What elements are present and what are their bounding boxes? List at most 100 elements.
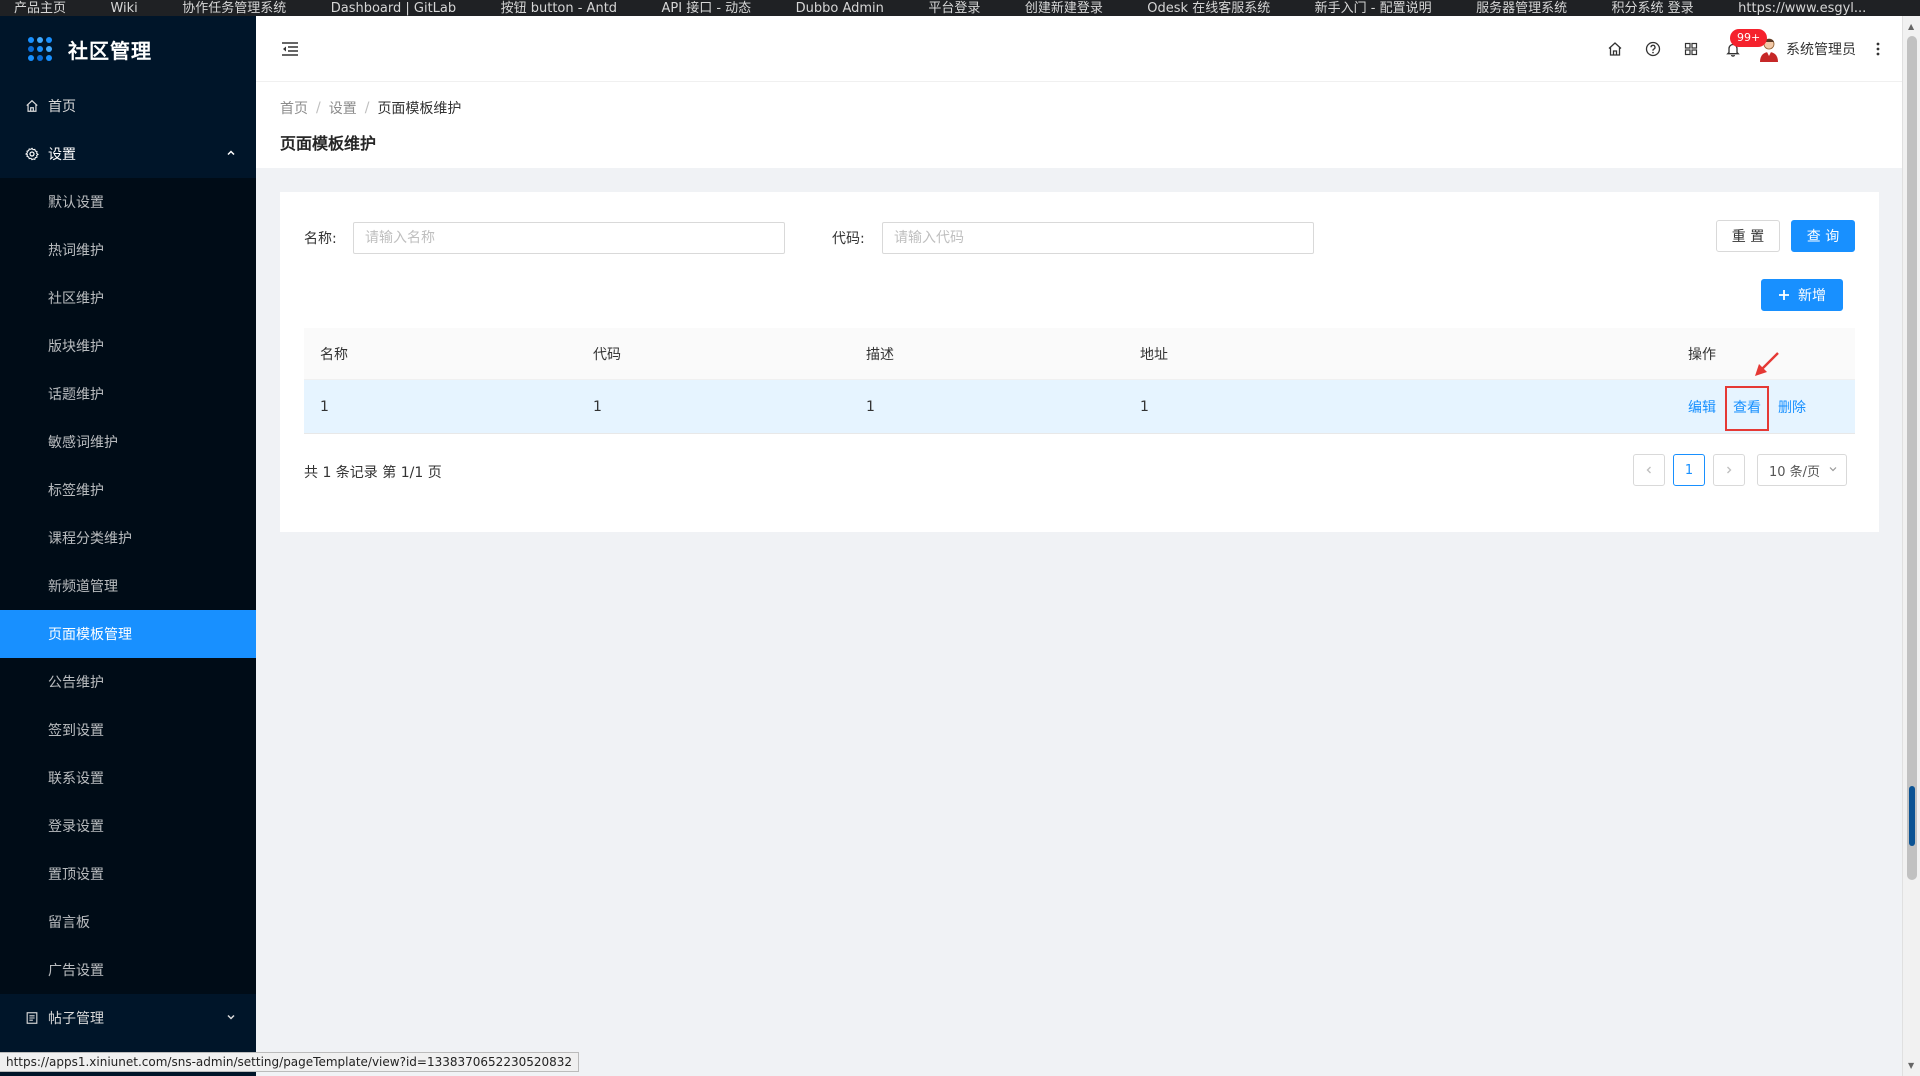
sidebar-subitem-active[interactable]: 页面模板管理 xyxy=(0,610,256,658)
app-logo[interactable]: 社区管理 xyxy=(0,16,256,82)
chevron-down-icon xyxy=(226,1011,236,1025)
next-page-button[interactable] xyxy=(1713,454,1745,486)
sidebar-item-settings[interactable]: 设置 xyxy=(0,130,256,178)
bookmark[interactable]: 按钮 button - Antd xyxy=(501,2,617,16)
app-title: 社区管理 xyxy=(68,38,152,63)
breadcrumb-separator: / xyxy=(316,100,321,116)
annotation-arrow-icon xyxy=(1755,352,1779,376)
sidebar-subitem[interactable]: 话题维护 xyxy=(0,370,256,418)
content-card: 名称: 代码: 重 置 查 询 新增 名称 代码 描述 地址 操作 1 1 1 … xyxy=(280,192,1879,532)
pagination-summary: 共 1 条记录 第 1/1 页 xyxy=(304,465,442,481)
cell-name: 1 xyxy=(320,398,329,415)
scrollbar-thumb[interactable] xyxy=(1907,36,1917,880)
bell-icon[interactable]: 99+ xyxy=(1714,16,1768,82)
sidebar-subitem[interactable]: 标签维护 xyxy=(0,466,256,514)
cell-description: 1 xyxy=(866,398,875,415)
sidebar-item-label: 首页 xyxy=(48,99,76,115)
user-menu[interactable]: 系统管理员 xyxy=(1758,36,1856,62)
chevron-right-icon xyxy=(1727,466,1732,474)
bookmark[interactable]: Dubbo Admin xyxy=(796,2,884,16)
sidebar-subitem[interactable]: 登录设置 xyxy=(0,802,256,850)
page-header: 首页 / 设置 / 页面模板维护 页面模板维护 xyxy=(256,82,1902,168)
sidebar-item-home[interactable]: 首页 xyxy=(0,82,256,130)
breadcrumb-item-current: 页面模板维护 xyxy=(377,101,462,117)
breadcrumb-separator: / xyxy=(364,100,370,116)
name-input[interactable] xyxy=(353,222,785,254)
breadcrumb-item-home[interactable]: 首页 xyxy=(280,98,308,118)
sidebar-subitem[interactable]: 敏感词维护 xyxy=(0,418,256,466)
template-table: 名称 代码 描述 地址 操作 1 1 1 1 编辑 查看 删除 xyxy=(304,328,1855,434)
bookmark[interactable]: 新手入门 - 配置说明 xyxy=(1315,2,1432,16)
code-label: 代码: xyxy=(832,231,865,247)
help-icon[interactable] xyxy=(1634,16,1672,82)
scroll-up-arrow-icon[interactable]: ▲ xyxy=(1908,22,1914,31)
gear-icon xyxy=(24,146,40,162)
view-link-highlight xyxy=(1725,386,1769,431)
column-header-address: 地址 xyxy=(1140,346,1168,363)
name-label: 名称: xyxy=(304,231,337,247)
query-button[interactable]: 查 询 xyxy=(1791,220,1855,252)
status-url-tooltip: https://apps1.xiniunet.com/sns-admin/set… xyxy=(0,1052,580,1072)
cell-address: 1 xyxy=(1140,398,1149,415)
sidebar-item-label: 设置 xyxy=(48,147,76,163)
sidebar-subitem[interactable]: 广告设置 xyxy=(0,946,256,994)
page-number-button[interactable]: 1 xyxy=(1673,454,1705,486)
sidebar-subitem[interactable]: 签到设置 xyxy=(0,706,256,754)
code-input[interactable] xyxy=(882,222,1314,254)
bookmark[interactable]: 协作任务管理系统 xyxy=(182,2,286,16)
add-button[interactable]: 新增 xyxy=(1761,279,1843,311)
delete-link[interactable]: 删除 xyxy=(1778,380,1806,433)
home-icon xyxy=(24,98,40,114)
menu-fold-icon[interactable] xyxy=(280,39,300,59)
app-grid-icon xyxy=(28,37,52,61)
sidebar-subitem[interactable]: 版块维护 xyxy=(0,322,256,370)
delete-link-label[interactable]: 删除 xyxy=(1778,397,1806,417)
sidebar-subitem[interactable]: 新频道管理 xyxy=(0,562,256,610)
breadcrumb: 首页 / 设置 / 页面模板维护 xyxy=(280,98,1878,118)
header-actions: 99+ 系统管理员 xyxy=(1596,16,1888,82)
sidebar-item-posts[interactable]: 帖子管理 xyxy=(0,994,256,1042)
edit-link-label[interactable]: 编辑 xyxy=(1688,397,1716,417)
search-form: 名称: 代码: 重 置 查 询 xyxy=(304,220,1855,256)
sidebar-subitem[interactable]: 公告维护 xyxy=(0,658,256,706)
sidebar-item-label: 帖子管理 xyxy=(48,1011,104,1027)
sidebar-subitem[interactable]: 默认设置 xyxy=(0,178,256,226)
pagination: 1 10 条/页 xyxy=(1633,454,1847,486)
home-icon[interactable] xyxy=(1596,16,1634,82)
sidebar-subitem[interactable]: 留言板 xyxy=(0,898,256,946)
bookmark[interactable]: Dashboard | GitLab xyxy=(331,2,456,16)
scroll-down-arrow-icon[interactable]: ▼ xyxy=(1908,1061,1914,1070)
bookmark[interactable]: 创建新建登录 xyxy=(1025,2,1103,16)
edit-link[interactable]: 编辑 xyxy=(1688,380,1716,433)
browser-bookmarks-bar: 产品主页 Wiki 协作任务管理系统 Dashboard | GitLab 按钮… xyxy=(0,0,1920,16)
sidebar-subitem[interactable]: 课程分类维护 xyxy=(0,514,256,562)
table-row: 1 1 1 1 编辑 查看 删除 xyxy=(304,380,1855,434)
plus-icon xyxy=(1778,289,1790,301)
breadcrumb-item-settings[interactable]: 设置 xyxy=(329,98,357,118)
bookmark[interactable]: API 接口 - 动态 xyxy=(662,2,752,16)
settings-submenu: 默认设置 热词维护 社区维护 版块维护 话题维护 敏感词维护 标签维护 课程分类… xyxy=(0,178,256,994)
bookmark[interactable]: Wiki xyxy=(110,2,137,16)
top-header: 99+ 系统管理员 xyxy=(256,16,1902,82)
bookmark[interactable]: 积分系统 登录 xyxy=(1612,2,1694,16)
bookmark[interactable]: 产品主页 xyxy=(14,2,66,16)
page-size-select[interactable]: 10 条/页 xyxy=(1757,454,1847,486)
bookmark[interactable]: https://www.esgyl... xyxy=(1738,2,1866,16)
page-scrollbar[interactable]: ▲ ▼ xyxy=(1902,16,1920,1076)
reset-button[interactable]: 重 置 xyxy=(1716,220,1780,252)
sidebar-subitem[interactable]: 社区维护 xyxy=(0,274,256,322)
table-header: 名称 代码 描述 地址 操作 xyxy=(304,328,1855,380)
bookmark[interactable]: Odesk 在线客服系统 xyxy=(1147,2,1270,16)
sidebar-subitem[interactable]: 联系设置 xyxy=(0,754,256,802)
prev-page-button[interactable] xyxy=(1633,454,1665,486)
column-header-description: 描述 xyxy=(866,346,894,363)
sidebar-subitem[interactable]: 热词维护 xyxy=(0,226,256,274)
bookmark[interactable]: 平台登录 xyxy=(928,2,980,16)
bookmark[interactable]: 服务器管理系统 xyxy=(1476,2,1567,16)
column-header-name: 名称 xyxy=(320,346,348,363)
sidebar-subitem[interactable]: 置顶设置 xyxy=(0,850,256,898)
more-vertical-icon[interactable] xyxy=(1868,16,1888,82)
table-footer: 共 1 条记录 第 1/1 页 1 10 条/页 xyxy=(304,454,1855,490)
cell-code: 1 xyxy=(593,398,602,415)
apps-icon[interactable] xyxy=(1672,16,1710,82)
